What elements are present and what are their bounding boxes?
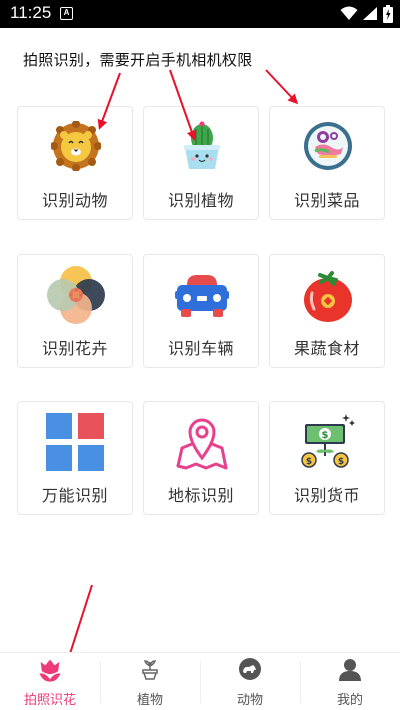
- camera-permission-hint: 拍照识别，需要开启手机相机权限: [23, 51, 253, 69]
- battery-icon: [383, 5, 393, 23]
- recognize-dish-label: 识别菜品: [293, 191, 360, 210]
- tab-plants[interactable]: 植物: [100, 653, 200, 710]
- recognize-vehicle-label: 识别车辆: [167, 339, 234, 358]
- status-time: 11:25: [10, 3, 52, 22]
- fruit-vegetable-card[interactable]: 果蔬食材: [269, 254, 385, 368]
- squares-icon: [46, 413, 104, 471]
- status-bar: 11:25 A: [0, 0, 400, 28]
- recognize-currency-card[interactable]: $ $ $ 识别货币: [269, 401, 385, 515]
- landmark-recognition-card[interactable]: 地标识别: [143, 401, 259, 515]
- recognize-currency-label: 识别货币: [293, 486, 360, 505]
- tab-profile-label: 我的: [336, 693, 363, 708]
- potted-plant-icon: [142, 660, 158, 680]
- car-icon: [175, 275, 229, 317]
- recognize-plant-label: 识别植物: [167, 191, 234, 210]
- landmark-recognition-label: 地标识别: [167, 486, 234, 505]
- recognize-plant-card[interactable]: 识别植物: [143, 106, 259, 220]
- lion-icon: [51, 121, 101, 171]
- notification-icon: A: [60, 7, 73, 20]
- signal-icon: [363, 7, 377, 20]
- recognize-flower-card[interactable]: 识别花卉: [17, 254, 133, 368]
- cactus-icon: [184, 121, 220, 169]
- svg-text:$: $: [338, 457, 344, 467]
- recognize-animal-label: 识别动物: [41, 191, 108, 210]
- tab-animals[interactable]: 动物: [200, 653, 300, 710]
- tab-plants-label: 植物: [136, 693, 163, 708]
- recognize-dish-card[interactable]: 识别菜品: [269, 106, 385, 220]
- dish-icon: [304, 122, 352, 170]
- wifi-icon: [340, 6, 358, 20]
- tulip-icon: [39, 659, 61, 682]
- svg-text:$: $: [322, 430, 329, 441]
- tab-photo-flower[interactable]: 拍照识花: [0, 653, 100, 710]
- animal-icon: [239, 658, 261, 680]
- tomato-icon: [304, 271, 352, 322]
- map-pin-icon: [176, 418, 228, 470]
- user-icon: [339, 659, 361, 681]
- bottom-tab-bar: 拍照识花 植物 动物 我的: [0, 652, 400, 710]
- money-icon: $ $ $: [301, 414, 355, 468]
- recognize-animal-card[interactable]: 识别动物: [17, 106, 133, 220]
- svg-text:$: $: [306, 457, 312, 467]
- recognize-vehicle-card[interactable]: 识别车辆: [143, 254, 259, 368]
- flower-icon: [47, 266, 105, 324]
- universal-recognition-label: 万能识别: [41, 486, 108, 505]
- recognize-flower-label: 识别花卉: [41, 339, 108, 358]
- tab-animals-label: 动物: [236, 693, 263, 708]
- tab-photo-flower-label: 拍照识花: [23, 693, 76, 708]
- tab-profile[interactable]: 我的: [300, 653, 400, 710]
- fruit-vegetable-label: 果蔬食材: [293, 339, 360, 358]
- universal-recognition-card[interactable]: 万能识别: [17, 401, 133, 515]
